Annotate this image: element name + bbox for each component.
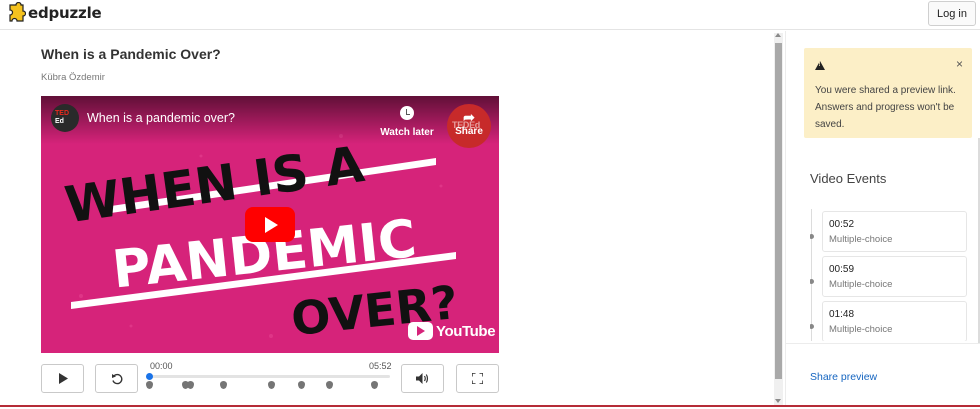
event-type: Multiple-choice bbox=[829, 234, 893, 245]
video-author: Kübra Özdemir bbox=[41, 72, 105, 83]
timeline-line bbox=[811, 209, 812, 341]
question-marker[interactable] bbox=[220, 381, 227, 389]
channel-avatar[interactable]: TED Ed bbox=[51, 104, 79, 132]
share-preview-bar: Share preview bbox=[786, 343, 980, 405]
youtube-logo[interactable]: YouTube bbox=[408, 322, 496, 340]
scroll-up-arrow-icon[interactable] bbox=[775, 33, 781, 37]
watch-later-label: Watch later bbox=[380, 127, 434, 138]
question-marker[interactable] bbox=[146, 381, 153, 389]
question-marker[interactable] bbox=[268, 381, 275, 389]
share-preview-link[interactable]: Share preview bbox=[810, 371, 877, 383]
watch-later-button[interactable]: Watch later bbox=[379, 106, 435, 138]
event-item[interactable]: 00:59 Multiple-choice bbox=[822, 256, 967, 297]
event-type: Multiple-choice bbox=[829, 324, 893, 335]
bottom-border bbox=[0, 405, 980, 409]
puzzle-logo-icon bbox=[9, 2, 26, 22]
preview-alert: × You were shared a preview link. Answer… bbox=[804, 48, 972, 138]
warning-icon bbox=[815, 61, 825, 70]
sidebar: × You were shared a preview link. Answer… bbox=[785, 31, 980, 405]
event-time: 01:48 bbox=[829, 309, 855, 320]
clock-icon bbox=[400, 106, 414, 120]
youtube-play-button[interactable] bbox=[245, 207, 295, 242]
youtube-wordmark: YouTube bbox=[436, 322, 496, 340]
progress-bar[interactable] bbox=[146, 373, 390, 380]
fullscreen-icon bbox=[472, 373, 483, 384]
ted-ed-watermark: TEDEd bbox=[452, 120, 481, 130]
youtube-play-icon bbox=[408, 322, 433, 340]
question-marker[interactable] bbox=[371, 381, 378, 389]
play-icon bbox=[58, 373, 68, 384]
current-time: 00:00 bbox=[150, 361, 173, 371]
alert-message: You were shared a preview link. Answers … bbox=[815, 85, 956, 130]
event-dot bbox=[810, 279, 814, 284]
edpuzzle-app: edpuzzle Log in When is a Pandemic Over?… bbox=[0, 0, 980, 409]
video-player[interactable]: WHEN IS A PANDEMIC OVER? TED Ed When is … bbox=[41, 96, 499, 353]
video-events-list: 00:52 Multiple-choice 00:59 Multiple-cho… bbox=[810, 209, 980, 341]
edpuzzle-logo[interactable]: edpuzzle bbox=[6, 2, 102, 24]
volume-icon bbox=[416, 373, 429, 384]
total-duration: 05:52 bbox=[369, 361, 392, 371]
event-dot bbox=[810, 234, 814, 239]
rewind-icon bbox=[111, 373, 122, 384]
event-dot bbox=[810, 324, 814, 329]
main-content: When is a Pandemic Over? Kübra Özdemir W… bbox=[0, 31, 772, 405]
volume-button[interactable] bbox=[401, 364, 444, 393]
event-time: 00:59 bbox=[829, 264, 855, 275]
youtube-video-title[interactable]: When is a pandemic over? bbox=[87, 111, 235, 125]
video-title: When is a Pandemic Over? bbox=[41, 46, 221, 62]
rewind-button[interactable] bbox=[95, 364, 138, 393]
scroll-down-arrow-icon[interactable] bbox=[775, 399, 781, 403]
login-button[interactable]: Log in bbox=[928, 1, 976, 26]
play-button[interactable] bbox=[41, 364, 84, 393]
question-marker[interactable] bbox=[298, 381, 305, 389]
close-icon[interactable]: × bbox=[956, 57, 963, 71]
main-scrollbar-thumb[interactable] bbox=[775, 43, 782, 379]
event-item[interactable]: 00:52 Multiple-choice bbox=[822, 211, 967, 252]
main-scrollbar[interactable] bbox=[774, 33, 783, 405]
event-type: Multiple-choice bbox=[829, 279, 893, 290]
question-marker[interactable] bbox=[187, 381, 194, 389]
progress-scrubber[interactable] bbox=[146, 373, 153, 380]
logo-text: edpuzzle bbox=[28, 4, 102, 22]
event-time: 00:52 bbox=[829, 219, 855, 230]
question-marker[interactable] bbox=[326, 381, 333, 389]
top-bar: edpuzzle Log in bbox=[0, 0, 980, 30]
fullscreen-button[interactable] bbox=[456, 364, 499, 393]
share-button[interactable]: TEDEd ➦ Share bbox=[447, 104, 491, 148]
video-events-title: Video Events bbox=[810, 171, 887, 186]
event-item[interactable]: 01:48 Multiple-choice bbox=[822, 301, 967, 341]
